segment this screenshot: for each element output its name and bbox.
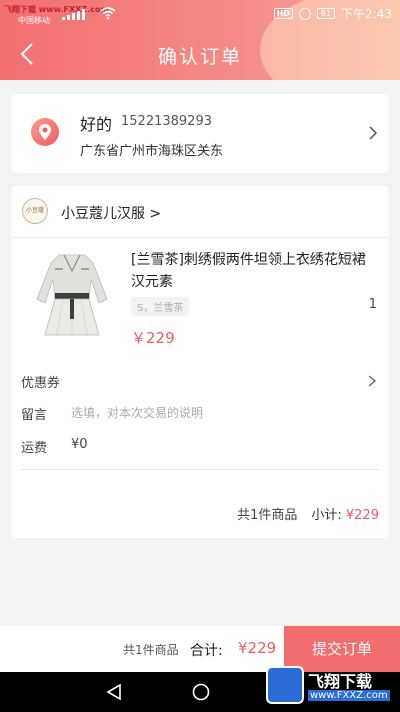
header: 飞翔下载 www.FXXZ.com 中国移动 HD 81 下午2:43 确认订单 [0,0,400,80]
battery-icon: 81 [316,8,336,19]
shop-logo: 小豆蔻 [22,198,48,224]
chevron-right-icon [368,375,377,387]
product-price: ￥229 [131,329,175,347]
recipient-phone: 15221389293 [121,114,212,129]
message-input[interactable]: 选填，对本次交易的说明 [71,404,203,421]
nav-home-icon[interactable] [192,683,210,701]
subtotal-value: ¥229 [345,508,379,523]
total-label: 合计: [190,643,223,659]
status-bar: 飞翔下载 www.FXXZ.com 中国移动 HD 81 下午2:43 [0,0,400,28]
product-quantity: 1 [368,297,377,312]
watermark-url: www.FXXZ.com [308,690,390,701]
message-label: 留言 [21,408,48,423]
divider [21,469,379,470]
wifi-icon [100,7,116,20]
shop-row[interactable]: 小豆蔻 小豆蔻儿汉服 > [11,186,389,238]
coupon-row[interactable]: 优惠券 [11,366,389,396]
watermark-name: 飞翔下载 [308,672,373,691]
total-count: 共1件商品 [123,643,179,657]
recipient-name: 好的 [80,115,113,134]
message-row: 留言 选填，对本次交易的说明 [11,398,389,428]
signal-icon [62,8,98,20]
subtotal-label: 小计: [311,508,342,523]
order-card: 小豆蔻 小豆蔻儿汉服 > [兰雪茶]刺绣假两件坦领上衣绣花短裙汉元素 S，兰雪茶… [11,186,389,538]
product-spec: S，兰雪茶 [131,297,190,316]
status-time: 下午2:43 [341,7,392,21]
coupon-label: 优惠券 [21,376,61,391]
title-bar: 确认订单 [0,28,400,80]
shipping-value: ¥0 [71,437,88,452]
status-right: HD 81 下午2:43 [273,5,392,22]
subtotal-row: 共1件商品 小计: ¥229 [237,504,379,523]
subtotal-count: 共1件商品 [237,508,298,523]
product-name: [兰雪茶]刺绣假两件坦领上衣绣花短裙汉元素 [131,252,366,290]
chevron-right-icon [369,126,378,140]
recipient-address: 广东省广州市海珠区关东 [80,144,224,159]
location-pin-icon [31,118,59,146]
product-item: [兰雪茶]刺绣假两件坦领上衣绣花短裙汉元素 S，兰雪茶 1 ￥229 [11,239,389,349]
watermark-logo [266,666,304,704]
nav-back-icon[interactable] [106,683,122,701]
total-value: ¥229 [238,639,277,657]
address-card[interactable]: 好的 15221389293 广东省广州市海珠区关东 [11,94,389,173]
shipping-label: 运费 [21,441,48,456]
hd-badge: HD [273,8,293,19]
carrier-label: 中国移动 [18,16,50,25]
alarm-icon [298,7,311,20]
shop-name[interactable]: 小豆蔻儿汉服 > [61,203,161,223]
product-image [33,249,111,341]
page-title: 确认订单 [157,46,242,68]
shipping-row: 运费 ¥0 [11,431,389,461]
corner-watermark: 飞翔下载 www.FXXZ.com [266,666,396,710]
